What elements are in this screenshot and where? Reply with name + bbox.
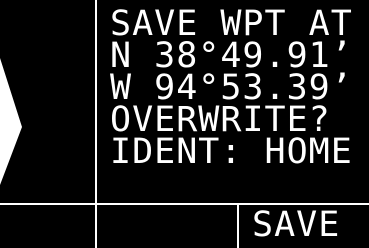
vertical-divider [95, 0, 97, 248]
gps-display-screen: SAVE WPT AT N 38°49.91’ W 94°53.39’ OVER… [0, 0, 369, 248]
softkey-separator [237, 205, 239, 248]
waypoint-ident-field[interactable]: IDENT: HOME [110, 135, 353, 170]
save-softkey[interactable]: SAVE [252, 208, 340, 243]
